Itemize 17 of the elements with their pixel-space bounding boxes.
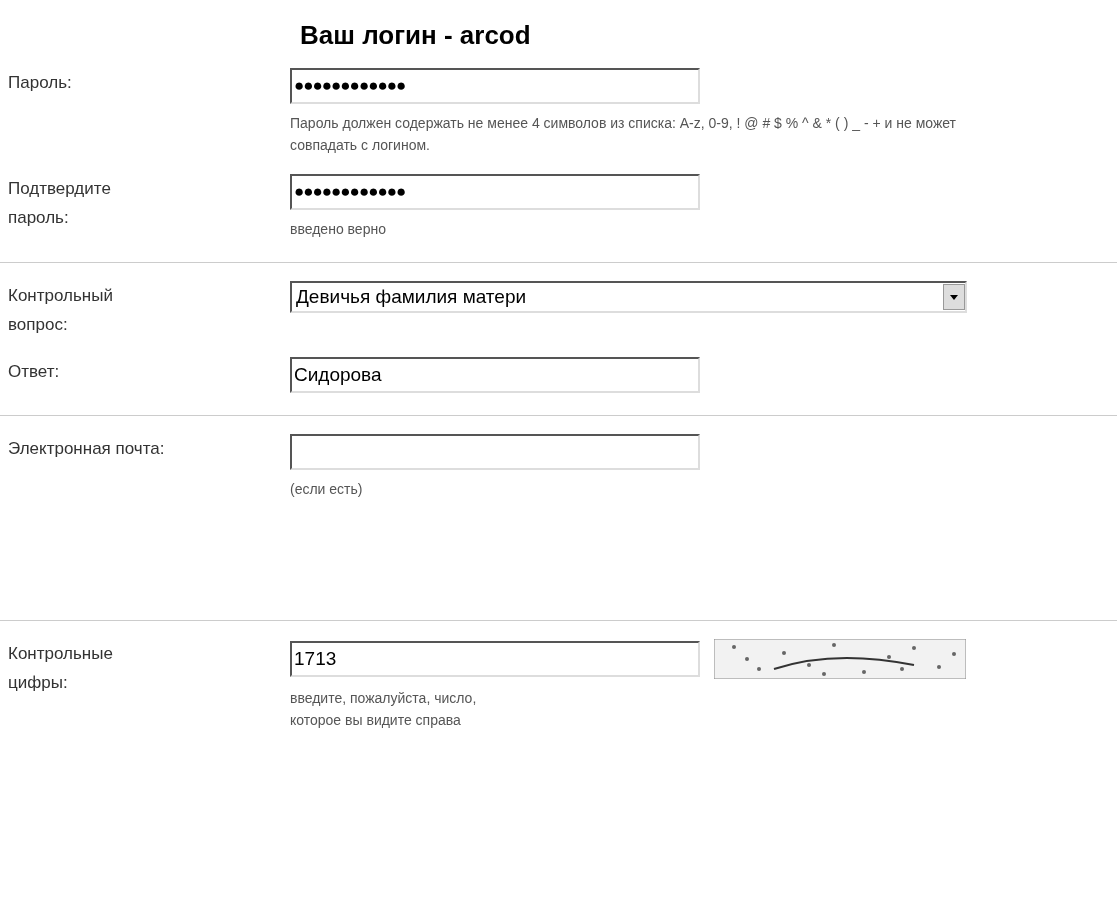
input-field[interactable]: Сидорова xyxy=(290,357,700,393)
input-field[interactable]: 1713 xyxy=(290,641,700,677)
field-label: Ответ: xyxy=(7,361,61,383)
field-label: Контрольный вопрос: xyxy=(7,285,114,336)
password-field[interactable]: ●●●●●●●●●●●● xyxy=(290,174,700,210)
input-field[interactable] xyxy=(290,434,700,470)
hint-text: Пароль должен содержать не менее 4 символов из списка: A-z, 0-9, ! @ # $ % ^ & * ( ) _ - + и не может совпадать с логином. xyxy=(290,114,957,155)
hint-text: введено верно xyxy=(290,220,387,239)
page-title: Ваш логин - arcod xyxy=(300,20,532,50)
question-dropdown[interactable]: Девичья фамилия матери xyxy=(290,281,967,313)
field-label: Электронная почта: xyxy=(7,438,166,460)
field-label: Подтвердите пароль: xyxy=(7,178,112,229)
password-field[interactable]: ●●●●●●●●●●●● xyxy=(290,68,700,104)
hint-text: введите, пожалуйста, число, которое вы видите справа xyxy=(290,689,478,730)
field-label: Контрольные цифры: xyxy=(7,643,114,694)
hint-text: (если есть) xyxy=(290,480,364,499)
field-label: Пароль: xyxy=(7,72,73,94)
